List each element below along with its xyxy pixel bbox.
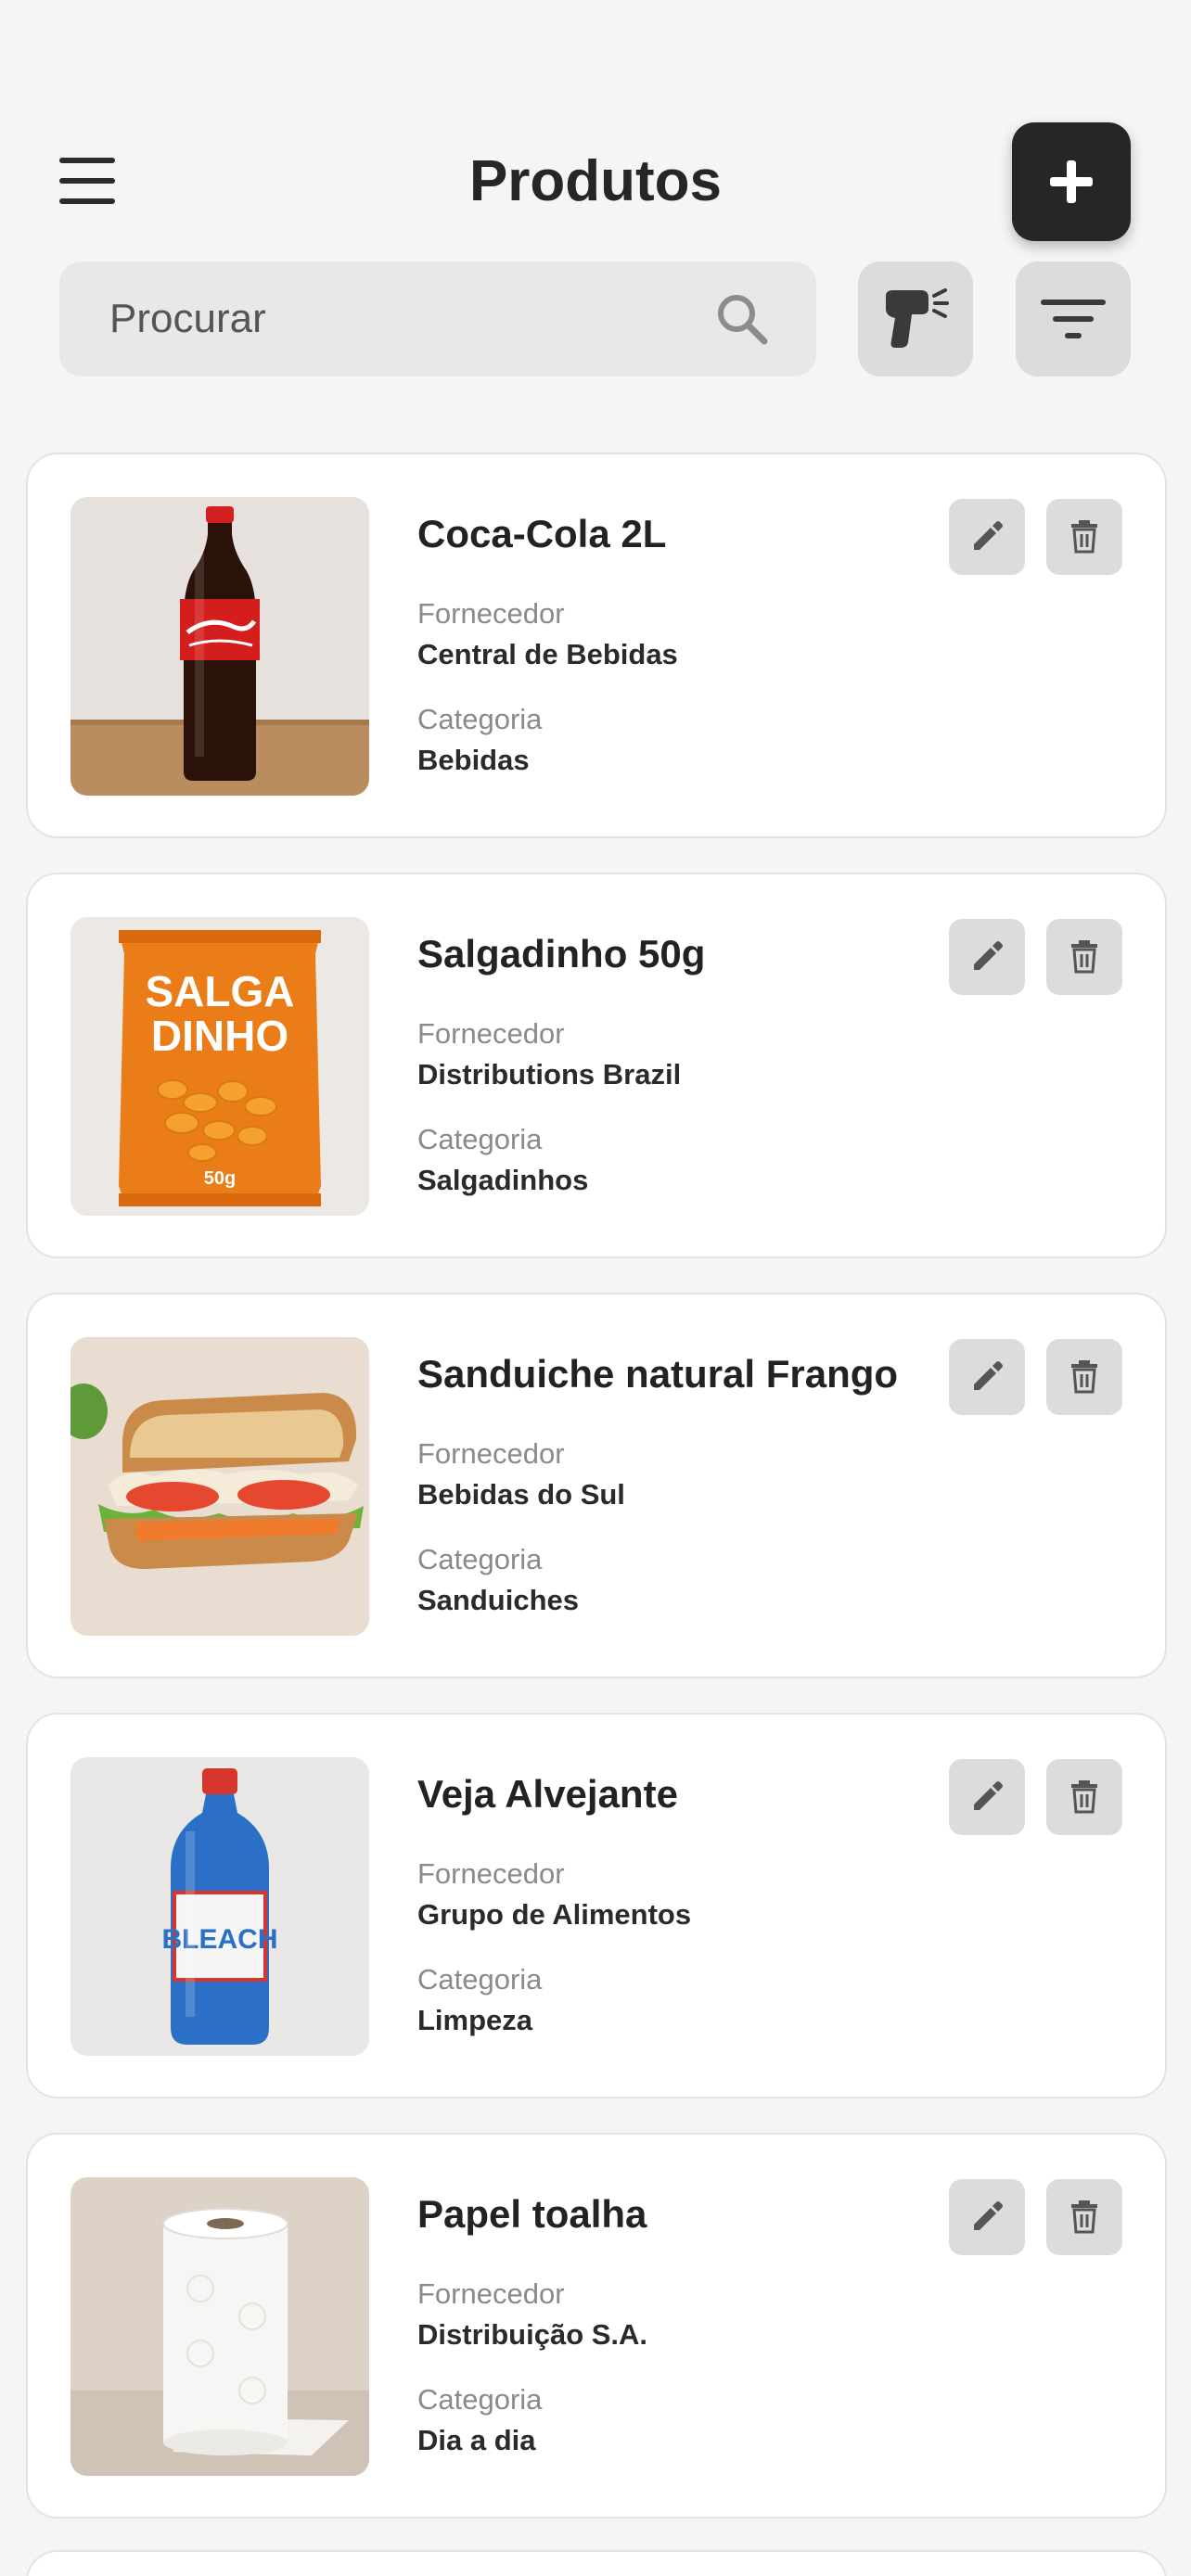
category-label: Categoria — [417, 2383, 543, 2416]
paper-towel-image — [70, 2177, 369, 2476]
category-label: Categoria — [417, 1123, 543, 1155]
edit-button[interactable] — [949, 919, 1025, 995]
product-name: Veja Alvejante — [417, 1772, 678, 1816]
search-box — [59, 261, 816, 376]
supplier-value: Grupo de Alimentos — [417, 1898, 692, 1931]
edit-button[interactable] — [949, 499, 1025, 575]
category-label: Categoria — [417, 703, 543, 735]
product-card[interactable]: Sanduiche natural Frango Fornecedor Bebi… — [26, 1293, 1167, 1678]
trash-icon — [1071, 1360, 1097, 1394]
supplier-value: Distribuição S.A. — [417, 2318, 648, 2351]
supplier-label: Fornecedor — [417, 597, 565, 630]
product-card[interactable]: BLEACH Veja Alvejante Fornecedor Grupo d… — [26, 1713, 1167, 2098]
product-name: Salgadinho 50g — [417, 932, 706, 976]
pencil-icon — [974, 1781, 1003, 1810]
trash-icon — [1071, 1780, 1097, 1814]
sandwich-image — [70, 1337, 369, 1636]
delete-button[interactable] — [1046, 919, 1122, 995]
filter-button[interactable] — [1016, 261, 1131, 376]
edit-button[interactable] — [949, 2179, 1025, 2255]
search-icon[interactable] — [714, 291, 770, 347]
supplier-value: Distributions Brazil — [417, 1058, 682, 1090]
category-value: Bebidas — [417, 744, 530, 776]
pencil-icon — [974, 1361, 1003, 1390]
filter-icon — [1041, 300, 1106, 338]
supplier-label: Fornecedor — [417, 2277, 565, 2310]
category-label: Categoria — [417, 1963, 543, 1996]
edit-button[interactable] — [949, 1339, 1025, 1415]
scanner-gun-icon — [886, 288, 949, 348]
product-card[interactable]: Coca-Cola 2L Fornecedor Central de Bebid… — [26, 453, 1167, 838]
search-input[interactable] — [109, 296, 666, 342]
product-name: Papel toalha — [417, 2192, 647, 2236]
add-product-button[interactable] — [1012, 122, 1131, 241]
bleach-bottle-image: BLEACH — [70, 1757, 369, 2056]
product-name: Sanduiche natural Frango — [417, 1352, 899, 1396]
soda-bottle-image — [70, 497, 369, 796]
trash-icon — [1071, 940, 1097, 974]
supplier-label: Fornecedor — [417, 1857, 565, 1890]
delete-button[interactable] — [1046, 1339, 1122, 1415]
trash-icon — [1071, 520, 1097, 554]
product-card[interactable]: Papel toalha Fornecedor Distribuição S.A… — [26, 2133, 1167, 2519]
category-value: Sanduiches — [417, 1584, 579, 1616]
supplier-value: Central de Bebidas — [417, 638, 678, 670]
package-text: 50g — [204, 1168, 236, 1189]
pencil-icon — [974, 941, 1003, 970]
category-value: Salgadinhos — [417, 1164, 589, 1196]
supplier-label: Fornecedor — [417, 1437, 565, 1470]
product-name: Coca-Cola 2L — [417, 512, 667, 555]
trash-icon — [1071, 2200, 1097, 2234]
snack-bag-image: SALGA DINHO 50g — [70, 917, 369, 1216]
delete-button[interactable] — [1046, 2179, 1122, 2255]
product-card[interactable]: SALGA DINHO 50g Salgadinho 50g Fornecedo… — [26, 873, 1167, 1258]
pencil-icon — [974, 521, 1003, 550]
product-card-partial[interactable] — [26, 2550, 1167, 2576]
search-toolbar — [0, 261, 1191, 376]
plus-icon — [1050, 160, 1093, 203]
package-text: BLEACH — [162, 1924, 278, 1955]
category-value: Dia a dia — [417, 2424, 536, 2456]
delete-button[interactable] — [1046, 499, 1122, 575]
supplier-label: Fornecedor — [417, 1017, 565, 1050]
barcode-scanner-button[interactable] — [858, 261, 973, 376]
package-text: DINHO — [151, 1012, 288, 1060]
delete-button[interactable] — [1046, 1759, 1122, 1835]
category-label: Categoria — [417, 1543, 543, 1575]
pencil-icon — [974, 2201, 1003, 2230]
category-value: Limpeza — [417, 2004, 533, 2036]
edit-button[interactable] — [949, 1759, 1025, 1835]
package-text: SALGA — [146, 967, 295, 1015]
supplier-value: Bebidas do Sul — [417, 1478, 625, 1511]
app-header: Produtos — [0, 121, 1191, 241]
